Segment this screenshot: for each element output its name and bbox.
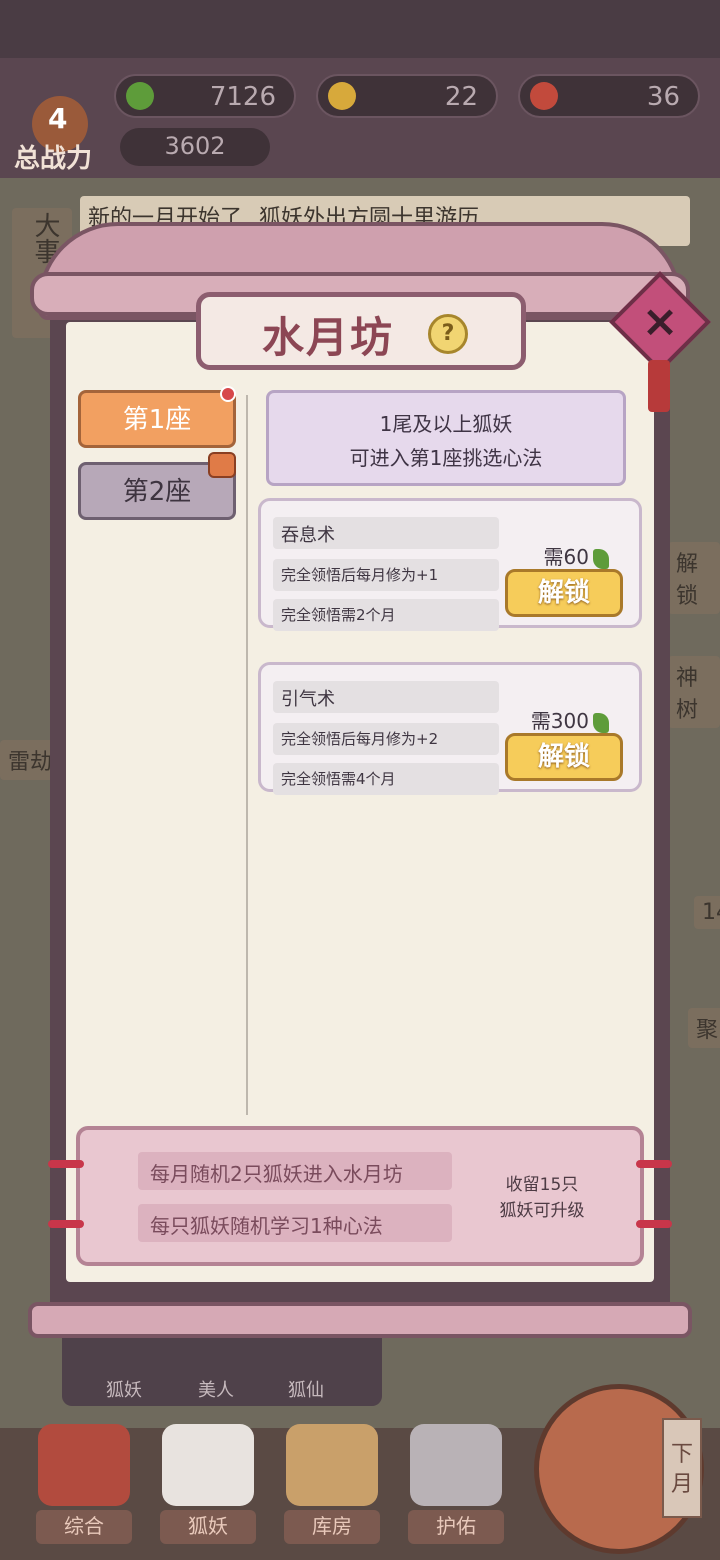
- resource-gold[interactable]: 22: [316, 74, 498, 118]
- resource-jade-value: 7126: [209, 82, 276, 112]
- price-text: 需300: [530, 709, 589, 733]
- blessing-icon[interactable]: [410, 1424, 502, 1506]
- notification-dot: [220, 386, 236, 402]
- pin-decoration: [636, 1160, 672, 1168]
- category-fox[interactable]: 狐妖: [106, 1376, 142, 1402]
- price-text: 需60: [543, 545, 589, 569]
- nav-blessing[interactable]: 护佑: [408, 1510, 504, 1544]
- tassel-decoration: [648, 360, 670, 412]
- technique-duration: 完全领悟需4个月: [273, 763, 499, 795]
- unlock-button[interactable]: 解锁: [505, 733, 623, 781]
- upgrade-hint: 收留15只 狐妖可升级: [482, 1172, 602, 1224]
- nav-fox[interactable]: 狐妖: [160, 1510, 256, 1544]
- upgrade-hint-1: 收留15只: [505, 1175, 579, 1195]
- gather-label: 聚: [688, 1008, 720, 1048]
- pin-decoration: [48, 1160, 84, 1168]
- resource-gold-value: 22: [444, 82, 478, 112]
- technique-effect: 完全领悟后每月修为+1: [273, 559, 499, 591]
- gold-icon: [328, 82, 356, 110]
- technique-price: 需60: [544, 541, 609, 570]
- resource-fruit[interactable]: 36: [518, 74, 700, 118]
- technique-price: 需300: [531, 705, 609, 734]
- technique-effect: 完全领悟后每月修为+2: [273, 723, 499, 755]
- power-label: 总战力: [14, 144, 93, 174]
- lock-icon: [208, 452, 236, 478]
- fox-mask-icon[interactable]: [162, 1424, 254, 1506]
- fruit-icon: [530, 82, 558, 110]
- tab-divider: [246, 395, 248, 1115]
- requirement-line-1: 1尾及以上狐妖: [379, 412, 513, 436]
- unlock-button[interactable]: 解锁: [505, 569, 623, 617]
- technique-card: 引气术 完全领悟后每月修为+2 完全领悟需4个月 需300 解锁: [258, 662, 642, 795]
- pin-decoration: [48, 1220, 84, 1228]
- technique-name: 引气术: [273, 681, 499, 713]
- category-beauty[interactable]: 美人: [198, 1376, 234, 1402]
- tab-seat-1[interactable]: 第1座: [78, 390, 236, 448]
- unlock-label: 解锁: [668, 542, 720, 614]
- power-value: 3602: [120, 128, 270, 166]
- power-level: 4: [48, 102, 68, 135]
- modal-base: [28, 1302, 692, 1338]
- footer-rule-2: 每只狐妖随机学习1种心法: [138, 1204, 452, 1242]
- pin-decoration: [636, 1220, 672, 1228]
- status-bar: [0, 0, 720, 58]
- technique-duration: 完全领悟需2个月: [273, 599, 499, 631]
- requirement-line-2: 可进入第1座挑选心法: [349, 446, 543, 470]
- resource-jade[interactable]: 7126: [114, 74, 296, 118]
- upgrade-hint-2: 狐妖可升级: [499, 1201, 585, 1221]
- modal-title: 水月坊: [262, 313, 395, 362]
- close-icon[interactable]: ×: [638, 294, 682, 350]
- nav-storage[interactable]: 库房: [284, 1510, 380, 1544]
- storage-icon[interactable]: [286, 1424, 378, 1506]
- help-icon[interactable]: ?: [428, 314, 468, 354]
- next-month-button[interactable]: 下月: [662, 1418, 702, 1518]
- jade-icon: [593, 548, 609, 569]
- nav-general[interactable]: 综合: [36, 1510, 132, 1544]
- tree-label: 神树: [668, 656, 720, 728]
- jade-icon: [126, 82, 154, 110]
- jade-icon: [593, 712, 609, 733]
- shrine-icon[interactable]: [38, 1424, 130, 1506]
- seat-requirement-banner: 1尾及以上狐妖 可进入第1座挑选心法: [266, 390, 626, 486]
- count-label: 14: [694, 896, 720, 929]
- category-immortal[interactable]: 狐仙: [288, 1376, 324, 1402]
- resource-fruit-value: 36: [646, 82, 680, 112]
- technique-card: 吞息术 完全领悟后每月修为+1 完全领悟需2个月 需60 解锁: [258, 498, 642, 631]
- footer-rule-1: 每月随机2只狐妖进入水月坊: [138, 1152, 452, 1190]
- technique-name: 吞息术: [273, 517, 499, 549]
